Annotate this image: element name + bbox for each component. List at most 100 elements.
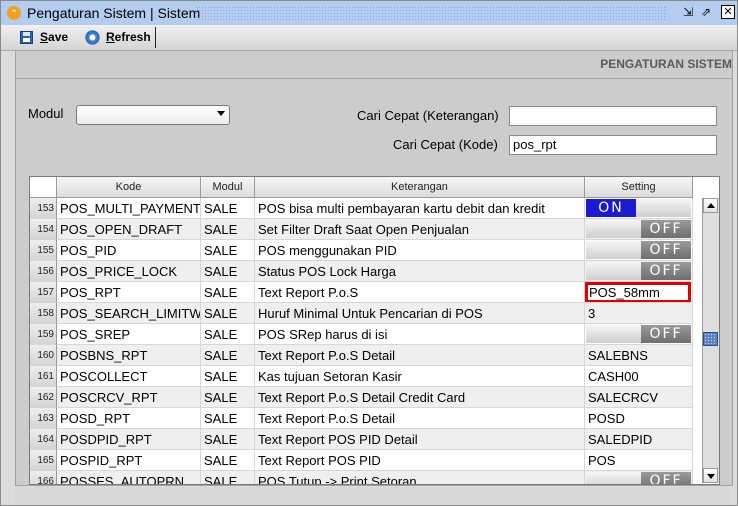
cell-modul[interactable]: SALE: [201, 219, 255, 240]
toggle-state-label: OFF: [641, 241, 691, 259]
search-keterangan-input[interactable]: [509, 106, 717, 126]
cell-kode[interactable]: POSBNS_RPT: [57, 345, 201, 366]
cell-kode[interactable]: POSPID_RPT: [57, 450, 201, 471]
cell-setting[interactable]: SALEDPID: [585, 429, 693, 450]
row-number: 161: [30, 366, 57, 387]
cell-modul[interactable]: SALE: [201, 429, 255, 450]
cell-kode[interactable]: POS_OPEN_DRAFT: [57, 219, 201, 240]
cell-modul[interactable]: SALE: [201, 387, 255, 408]
cell-keterangan[interactable]: Set Filter Draft Saat Open Penjualan: [255, 219, 585, 240]
cell-setting[interactable]: POS: [585, 450, 693, 471]
cell-modul[interactable]: SALE: [201, 303, 255, 324]
title-bar[interactable]: ⌃ Pengaturan Sistem | Sistem ⇲ ⇗ ✕: [1, 1, 737, 25]
table-row[interactable]: 159 POS_SREP SALE POS SRep harus di isi OFF: [30, 324, 693, 345]
table-row[interactable]: 158 POS_SEARCH_LIMITW SALE Huruf Minimal Un…: [30, 303, 693, 324]
cell-keterangan[interactable]: POS Tutup -> Print Setoran: [255, 471, 585, 484]
cell-keterangan[interactable]: POS SRep harus di isi: [255, 324, 585, 345]
table-row[interactable]: 163 POSD_RPT SALE Text Report P.o.S Detail P…: [30, 408, 693, 429]
column-header-keterangan[interactable]: Keterangan: [255, 177, 585, 197]
cell-kode[interactable]: POS_PID: [57, 240, 201, 261]
setting-toggle[interactable]: OFF: [586, 220, 691, 238]
table-row[interactable]: 162 POSCRCV_RPT SALE Text Report P.o.S Deta…: [30, 387, 693, 408]
title-bar-drag-area[interactable]: [195, 6, 667, 20]
cell-keterangan[interactable]: Text Report P.o.S Detail Credit Card: [255, 387, 585, 408]
cell-modul[interactable]: SALE: [201, 345, 255, 366]
close-icon[interactable]: ✕: [721, 5, 735, 19]
cell-kode[interactable]: POS_SREP: [57, 324, 201, 345]
search-kode-input[interactable]: [509, 135, 717, 155]
scroll-up-button[interactable]: [703, 198, 718, 213]
cell-modul[interactable]: SALE: [201, 261, 255, 282]
cell-keterangan[interactable]: Huruf Minimal Untuk Pencarian di POS: [255, 303, 585, 324]
cell-kode[interactable]: POS_PRICE_LOCK: [57, 261, 201, 282]
column-header-kode[interactable]: Kode: [57, 177, 201, 197]
refresh-button[interactable]: Refresh: [85, 28, 151, 46]
cell-keterangan[interactable]: Text Report P.o.S Detail: [255, 408, 585, 429]
setting-toggle[interactable]: OFF: [586, 472, 691, 484]
column-header-setting[interactable]: Setting: [585, 177, 693, 197]
cell-modul[interactable]: SALE: [201, 198, 255, 219]
scrollbar-thumb[interactable]: [703, 332, 718, 346]
modul-dropdown[interactable]: [76, 105, 230, 125]
cell-setting[interactable]: SALEBNS: [585, 345, 693, 366]
cell-modul[interactable]: SALE: [201, 366, 255, 387]
cell-setting[interactable]: ON: [585, 198, 693, 219]
cell-kode[interactable]: POSDPID_RPT: [57, 429, 201, 450]
cell-setting[interactable]: CASH00: [585, 366, 693, 387]
cell-kode[interactable]: POSSES_AUTOPRN: [57, 471, 201, 484]
table-row[interactable]: 161 POSCOLLECT SALE Kas tujuan Setoran Kasi…: [30, 366, 693, 387]
cell-setting[interactable]: OFF: [585, 240, 693, 261]
cell-keterangan[interactable]: Text Report P.o.S: [255, 282, 585, 303]
setting-value: SALEDPID: [588, 432, 653, 447]
save-button[interactable]: Save: [20, 28, 68, 46]
vertical-scrollbar[interactable]: [702, 198, 719, 483]
cell-keterangan[interactable]: POS bisa multi pembayaran kartu debit da…: [255, 198, 585, 219]
cell-setting[interactable]: OFF: [585, 471, 693, 484]
table-row[interactable]: 154 POS_OPEN_DRAFT SALE Set Filter Draft Sa…: [30, 219, 693, 240]
cell-modul[interactable]: SALE: [201, 450, 255, 471]
arrow-up-icon: [707, 203, 715, 208]
cell-kode[interactable]: POS_RPT: [57, 282, 201, 303]
cell-modul[interactable]: SALE: [201, 240, 255, 261]
table-row[interactable]: 166 POSSES_AUTOPRN SALE POS Tutup -> Print …: [30, 471, 693, 484]
setting-toggle[interactable]: OFF: [586, 241, 691, 259]
cell-modul[interactable]: SALE: [201, 408, 255, 429]
column-header-modul[interactable]: Modul: [201, 177, 255, 197]
cell-keterangan[interactable]: Status POS Lock Harga: [255, 261, 585, 282]
cell-setting[interactable]: OFF: [585, 261, 693, 282]
table-row[interactable]: 164 POSDPID_RPT SALE Text Report POS PID De…: [30, 429, 693, 450]
cell-setting[interactable]: POS_58mm: [585, 282, 693, 303]
cell-setting[interactable]: OFF: [585, 324, 693, 345]
scroll-down-button[interactable]: [703, 468, 718, 483]
cell-setting[interactable]: 3: [585, 303, 693, 324]
cell-keterangan[interactable]: Text Report POS PID Detail: [255, 429, 585, 450]
minimize-icon[interactable]: ⇲: [681, 5, 695, 19]
table-row[interactable]: 156 POS_PRICE_LOCK SALE Status POS Lock Har…: [30, 261, 693, 282]
table-row[interactable]: 153 POS_MULTI_PAYMENT SALE POS bisa multi p…: [30, 198, 693, 219]
cell-setting[interactable]: POSD: [585, 408, 693, 429]
cell-modul[interactable]: SALE: [201, 471, 255, 484]
cell-keterangan[interactable]: Kas tujuan Setoran Kasir: [255, 366, 585, 387]
cell-setting[interactable]: OFF: [585, 219, 693, 240]
table-row[interactable]: 160 POSBNS_RPT SALE Text Report P.o.S Detai…: [30, 345, 693, 366]
cell-setting[interactable]: SALECRCV: [585, 387, 693, 408]
setting-toggle[interactable]: OFF: [586, 262, 691, 280]
cell-keterangan[interactable]: Text Report POS PID: [255, 450, 585, 471]
setting-toggle[interactable]: OFF: [586, 325, 691, 343]
table-row[interactable]: 165 POSPID_RPT SALE Text Report POS PID POS: [30, 450, 693, 471]
cell-kode[interactable]: POSD_RPT: [57, 408, 201, 429]
setting-value-input-highlighted[interactable]: POS_58mm: [585, 282, 691, 302]
cell-modul[interactable]: SALE: [201, 324, 255, 345]
cell-keterangan[interactable]: Text Report P.o.S Detail: [255, 345, 585, 366]
cell-kode[interactable]: POSCRCV_RPT: [57, 387, 201, 408]
cell-kode[interactable]: POS_MULTI_PAYMENT: [57, 198, 201, 219]
cell-kode[interactable]: POSCOLLECT: [57, 366, 201, 387]
table-row[interactable]: 155 POS_PID SALE POS menggunakan PID OFF: [30, 240, 693, 261]
cell-kode[interactable]: POS_SEARCH_LIMITW: [57, 303, 201, 324]
app-logo-icon: ⌃: [7, 6, 21, 20]
cell-keterangan[interactable]: POS menggunakan PID: [255, 240, 585, 261]
cell-modul[interactable]: SALE: [201, 282, 255, 303]
setting-toggle[interactable]: ON: [586, 199, 691, 217]
maximize-icon[interactable]: ⇗: [699, 5, 713, 19]
table-row[interactable]: 157 POS_RPT SALE Text Report P.o.S POS_58mm: [30, 282, 693, 303]
